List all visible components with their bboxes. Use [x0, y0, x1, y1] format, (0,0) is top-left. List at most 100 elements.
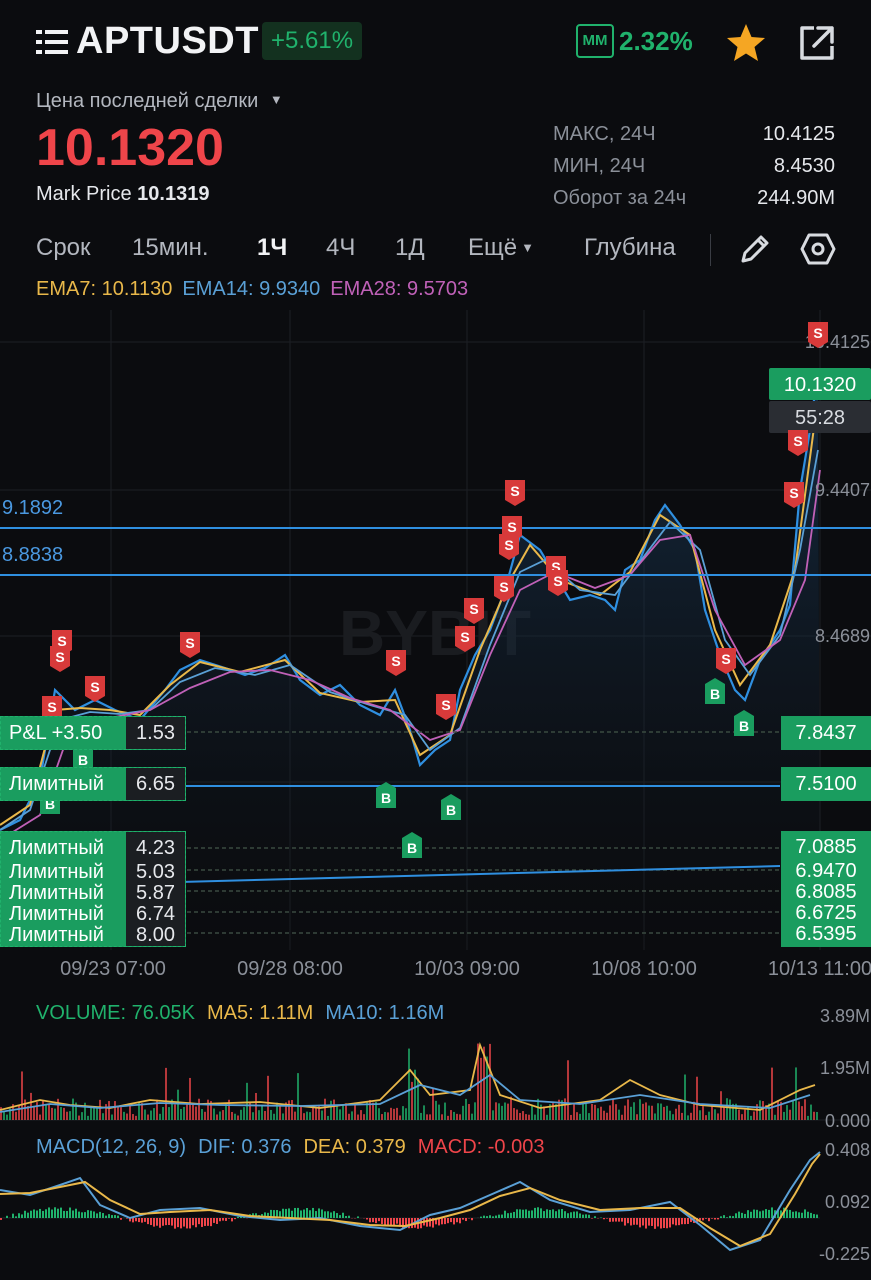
symbol-name: APTUSDT [76, 20, 259, 62]
macd-bar [561, 1209, 563, 1218]
sell-marker: S [85, 676, 105, 702]
limit-order-row[interactable]: Лимитный 8.00 [1, 925, 185, 946]
macd-bar [228, 1218, 230, 1219]
volume-bar [543, 1106, 545, 1120]
limit-order-stack[interactable]: Лимитный 4.23 Лимитный 5.03 Лимитный 5.8… [0, 831, 186, 947]
macd-chart[interactable]: 0.408 0.092 -0.225 [0, 1130, 871, 1280]
volume-bar [144, 1109, 146, 1120]
volume-bar [711, 1106, 713, 1120]
macd-bar [156, 1218, 158, 1226]
volume-bar [264, 1111, 266, 1120]
volume-bar [648, 1105, 650, 1120]
volume-bar [453, 1111, 455, 1120]
volume-chart[interactable]: 3.89M 1.95M 0.000 [0, 1000, 871, 1130]
macd-bar [393, 1218, 395, 1226]
macd-bar [516, 1209, 518, 1218]
macd-bar [207, 1218, 209, 1226]
volume-bar [612, 1098, 614, 1120]
mm-icon[interactable]: MM [576, 24, 614, 58]
macd-bar [543, 1211, 545, 1218]
macd-bar [18, 1213, 20, 1218]
macd-bar [147, 1218, 149, 1225]
volume-bar [384, 1111, 386, 1120]
macd-bar [498, 1214, 500, 1218]
volume-bar [159, 1113, 161, 1120]
last-trade-dropdown[interactable]: Цена последней сделки ▼ [36, 90, 283, 113]
limit-order-row[interactable]: Лимитный 5.03 [1, 862, 185, 883]
volume-bar [399, 1115, 401, 1120]
settings-hexagon-icon[interactable] [800, 232, 836, 266]
volume-bar [120, 1107, 122, 1120]
macd-bar [69, 1207, 71, 1218]
volume-bar [309, 1112, 311, 1120]
macd-bar [237, 1216, 239, 1218]
pnl-order-tag[interactable]: P&L +3.50 1.53 [0, 716, 186, 750]
macd-bar [357, 1216, 359, 1218]
macd-bar [342, 1212, 344, 1218]
volume-bar [657, 1103, 659, 1120]
volume-bar [636, 1114, 638, 1120]
tab-1d[interactable]: 1Д [395, 232, 425, 264]
volume-bar [216, 1114, 218, 1120]
ema-legend: EMA7: 10.1130 EMA14: 9.9340 EMA28: 9.570… [36, 278, 468, 301]
volume-bar [789, 1109, 791, 1120]
svg-text:S: S [499, 579, 508, 595]
volume-bar [786, 1105, 788, 1120]
favorite-star-icon[interactable] [724, 22, 768, 64]
share-external-icon[interactable] [798, 24, 836, 62]
macd-bar [639, 1218, 641, 1228]
macd-bar [36, 1210, 38, 1218]
tab-1h[interactable]: 1Ч [257, 232, 287, 264]
macd-bar [753, 1209, 755, 1218]
svg-text:S: S [185, 635, 194, 651]
macd-bar [510, 1212, 512, 1218]
macd-bar [804, 1209, 806, 1218]
pencil-draw-icon[interactable] [738, 232, 772, 266]
limit-order-row[interactable]: Лимитный 4.23 [1, 832, 185, 862]
volume-bar [222, 1110, 224, 1120]
macd-bar [21, 1214, 23, 1218]
limit-order-tag[interactable]: Лимитный 6.65 [0, 767, 186, 801]
volume-bar [279, 1105, 281, 1120]
volume-bar [573, 1104, 575, 1120]
volume-bar [303, 1113, 305, 1120]
volume-bar [813, 1111, 815, 1120]
volume-bar [501, 1105, 503, 1120]
tab-more[interactable]: Ещё ▼ [468, 232, 534, 264]
volume-bar [267, 1075, 269, 1120]
volume-bar [570, 1114, 572, 1120]
symbol-title[interactable]: APTUSDT [36, 20, 259, 63]
macd-bar [567, 1213, 569, 1218]
limit-order-row[interactable]: Лимитный 6.74 [1, 904, 185, 925]
volume-bar [270, 1109, 272, 1120]
macd-bar [396, 1218, 398, 1224]
limit-order-row[interactable]: Лимитный 5.87 [1, 883, 185, 904]
volume-bar [438, 1104, 440, 1120]
volume-bar [333, 1099, 335, 1120]
volume-bar [546, 1114, 548, 1120]
stat-label: МИН, 24Ч [553, 155, 646, 177]
volume-bar [564, 1098, 566, 1120]
macd-bar [759, 1211, 761, 1218]
macd-bar [564, 1211, 566, 1218]
tab-15min[interactable]: 15мин. [132, 232, 209, 264]
svg-text:S: S [460, 629, 469, 645]
volume-bar [135, 1115, 137, 1120]
volume-axis-label: 0.000 [825, 1111, 870, 1130]
order-price-tag: 7.5100 [781, 767, 871, 801]
volume-bar [324, 1098, 326, 1120]
order-tag-qty: 6.74 [126, 904, 185, 925]
macd-bar [375, 1218, 377, 1224]
macd-bar [747, 1210, 749, 1218]
volume-bar [114, 1101, 116, 1120]
volume-bar [207, 1099, 209, 1120]
macd-bar [594, 1216, 596, 1218]
tab-period[interactable]: Срок [36, 232, 91, 264]
tab-depth[interactable]: Глубина [584, 232, 676, 264]
macd-bar [795, 1211, 797, 1218]
tab-4h[interactable]: 4Ч [326, 232, 355, 264]
volume-bar [804, 1099, 806, 1120]
volume-bar [93, 1107, 95, 1120]
macd-bar [501, 1214, 503, 1218]
macd-bar [654, 1218, 656, 1229]
